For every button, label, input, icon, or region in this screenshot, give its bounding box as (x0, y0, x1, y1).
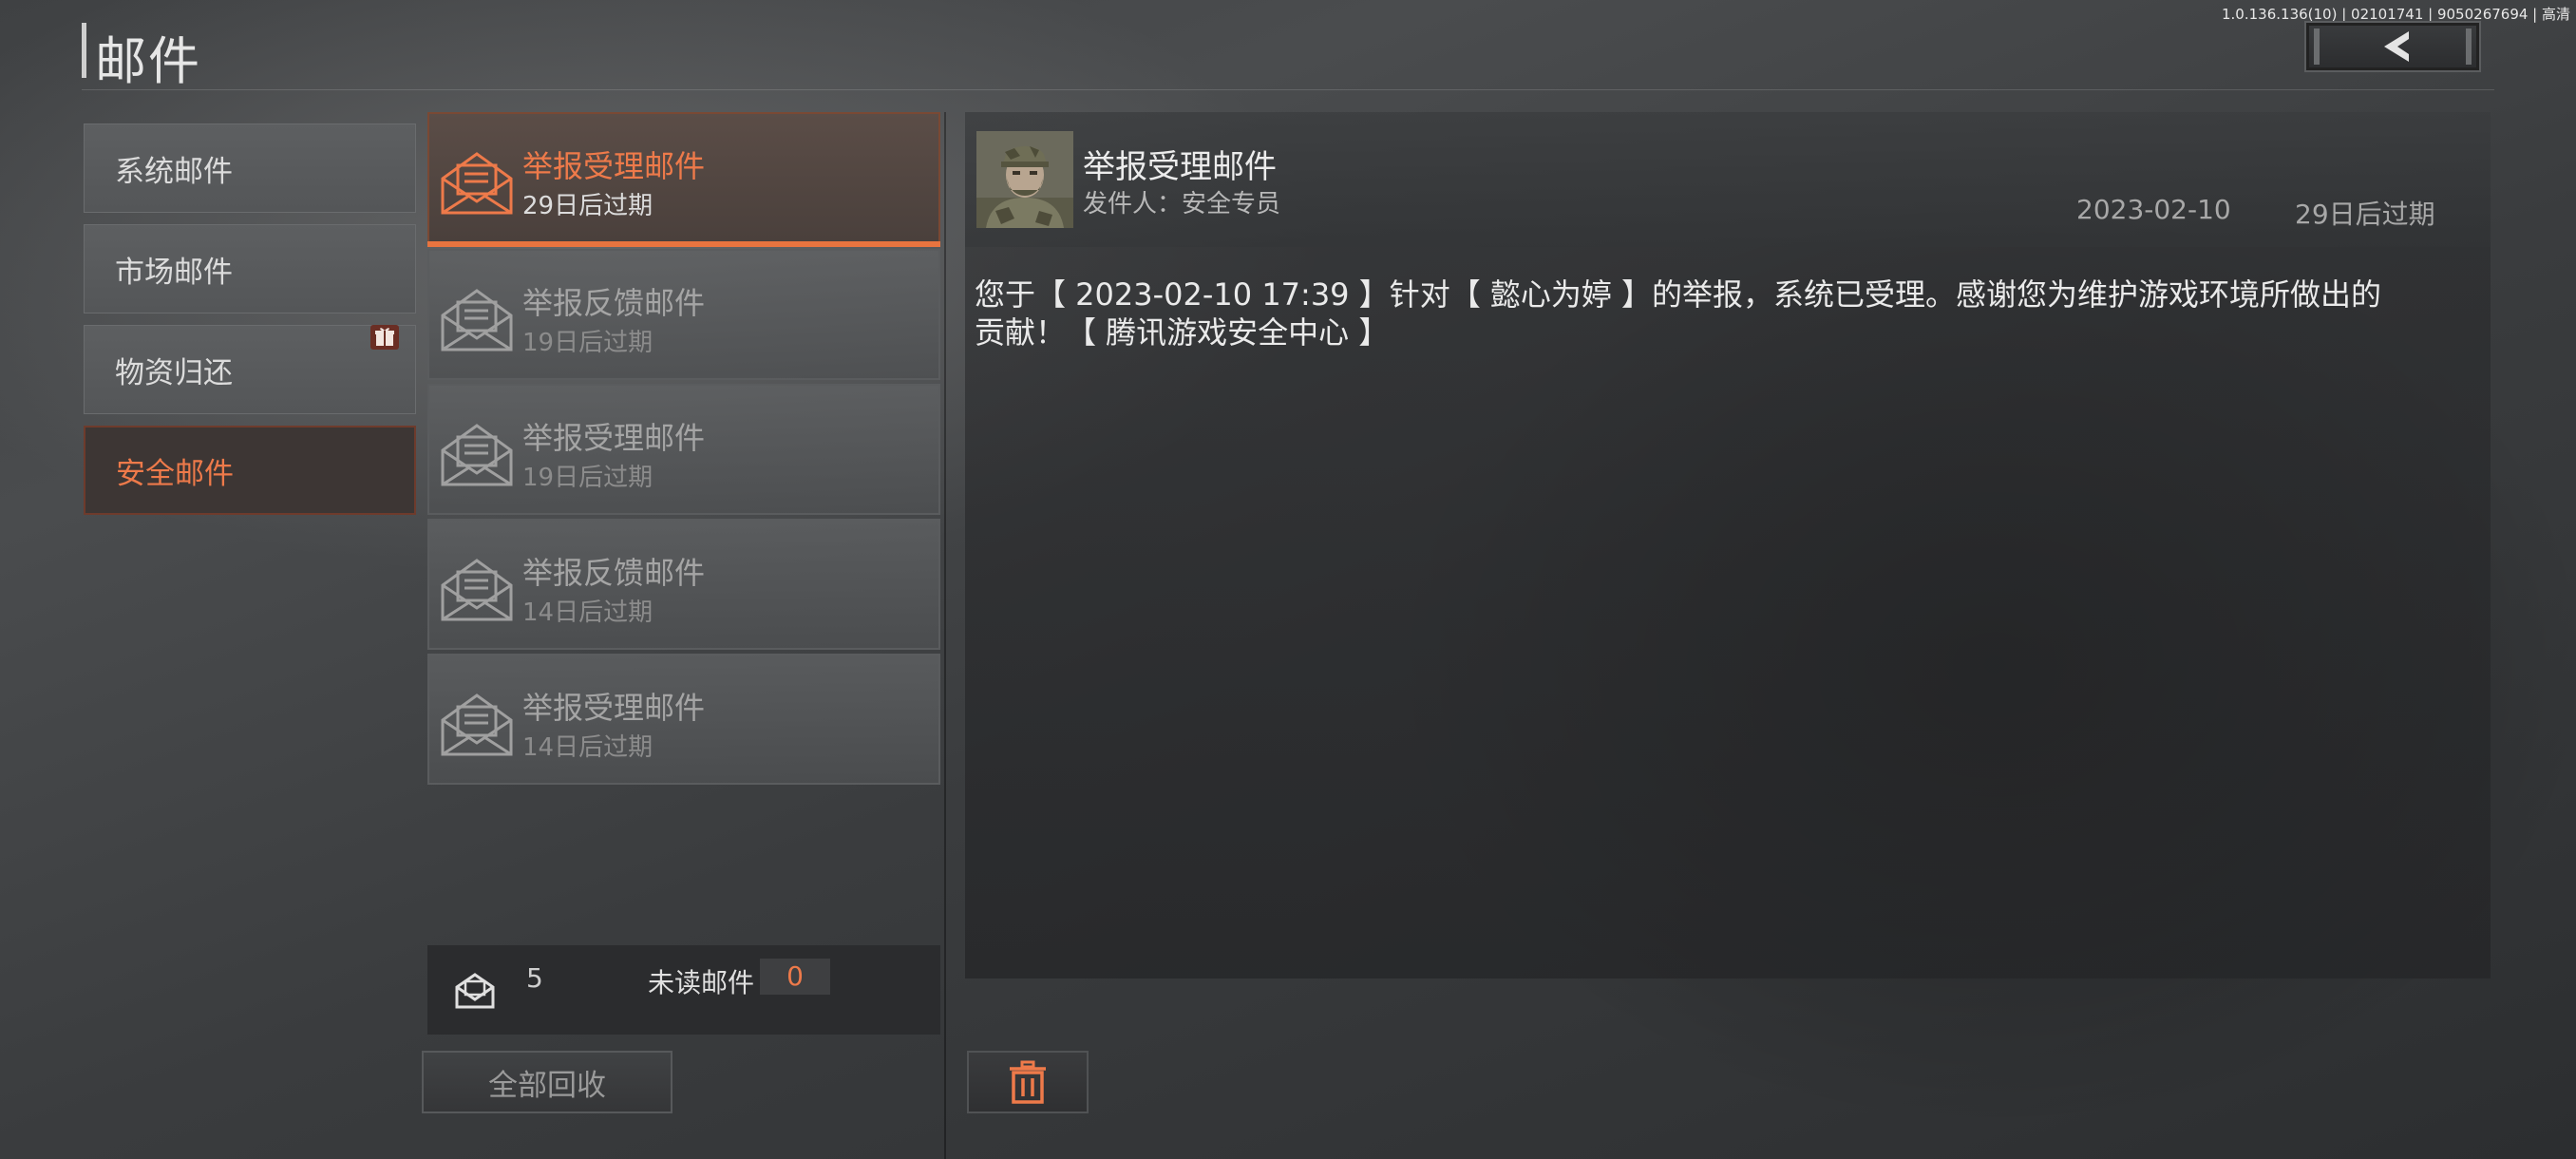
mail-stack-icon (455, 973, 495, 1009)
category-label: 物资归还 (115, 355, 233, 390)
mail-expiry: 14日后过期 (522, 733, 653, 762)
title-accent-bar (82, 23, 86, 78)
mail-expiry: 19日后过期 (522, 464, 653, 492)
page-title: 邮件 (95, 31, 201, 91)
envelope-open-icon (441, 424, 513, 486)
mail-expiry: 29日后过期 (522, 192, 653, 220)
trash-icon (1010, 1060, 1046, 1104)
header-divider (82, 89, 2494, 90)
category-security-mail[interactable]: 安全邮件 (84, 426, 416, 515)
back-button[interactable] (2304, 21, 2481, 72)
envelope-open-icon (441, 694, 513, 756)
mail-title: 举报受理邮件 (522, 148, 706, 184)
column-divider (944, 112, 946, 1159)
delete-button[interactable] (967, 1051, 1089, 1113)
category-label: 系统邮件 (115, 154, 233, 189)
mail-item[interactable]: 举报受理邮件 14日后过期 (427, 654, 940, 785)
mail-item[interactable]: 举报反馈邮件 14日后过期 (427, 519, 940, 650)
unread-label: 未读邮件 (648, 967, 755, 998)
sender-name: 安全专员 (1182, 190, 1281, 218)
chevron-left-icon (2384, 31, 2409, 62)
mail-item[interactable]: 举报受理邮件 29日后过期 (427, 112, 940, 247)
sender-avatar (976, 131, 1073, 228)
mail-date: 2023-02-10 (2076, 194, 2231, 225)
total-mail-count: 5 (526, 962, 543, 994)
category-label: 市场邮件 (115, 255, 233, 290)
mail-expiry: 19日后过期 (522, 329, 653, 357)
mail-title: 举报受理邮件 (522, 690, 706, 726)
mail-expiry: 14日后过期 (522, 598, 653, 627)
envelope-open-icon (441, 559, 513, 621)
category-market-mail[interactable]: 市场邮件 (84, 224, 416, 314)
category-supply-return[interactable]: 物资归还 (84, 325, 416, 414)
unread-count-box: 0 (760, 959, 830, 995)
category-system-mail[interactable]: 系统邮件 (84, 124, 416, 213)
gift-icon (370, 325, 399, 350)
mail-title: 举报受理邮件 (522, 420, 706, 456)
unread-count: 0 (786, 960, 804, 992)
mail-item[interactable]: 举报受理邮件 19日后过期 (427, 384, 940, 515)
selected-indicator (427, 241, 940, 247)
collect-all-button[interactable]: 全部回收 (422, 1051, 672, 1113)
mail-expiry-detail: 29日后过期 (2295, 199, 2435, 230)
mail-title: 举报反馈邮件 (522, 555, 706, 591)
mail-detail-title: 举报受理邮件 (1083, 148, 1277, 186)
envelope-open-icon (441, 289, 513, 352)
mail-title: 举报反馈邮件 (522, 285, 706, 321)
mail-detail-header: 举报受理邮件 发件人： 安全专员 2023-02-10 29日后过期 (965, 112, 2491, 247)
mail-item[interactable]: 举报反馈邮件 19日后过期 (427, 249, 940, 380)
collect-all-label: 全部回收 (488, 1068, 606, 1103)
category-label: 安全邮件 (116, 456, 234, 491)
mail-body: 您于【 2023-02-10 17:39 】针对【 懿心为婷 】的举报，系统已受… (975, 276, 2382, 351)
sender-label: 发件人： (1083, 190, 1183, 218)
mail-stats-bar: 5 未读邮件 0 (427, 945, 940, 1035)
envelope-open-icon (441, 152, 513, 215)
mail-body-panel (965, 247, 2491, 978)
